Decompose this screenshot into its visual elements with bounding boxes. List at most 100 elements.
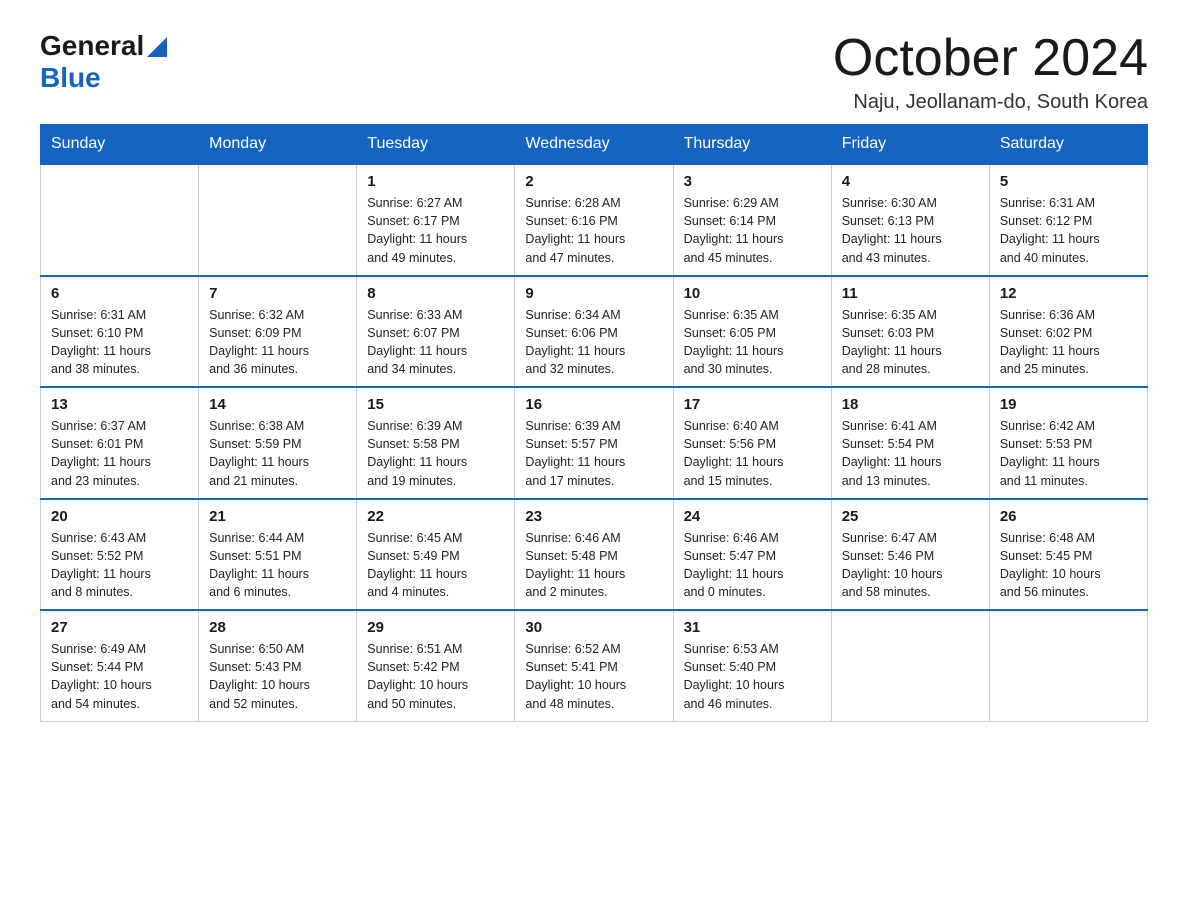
calendar-cell: 11Sunrise: 6:35 AM Sunset: 6:03 PM Dayli… — [831, 276, 989, 388]
header-tuesday: Tuesday — [357, 125, 515, 165]
calendar-cell: 10 Sunrise: 6:35 AM Sunset: 6:05 PM Dayli… — [673, 276, 831, 388]
day-number: 4 — [842, 173, 979, 190]
day-number: 27 — [51, 619, 188, 636]
day-number: 25 — [842, 508, 979, 525]
calendar-cell: 20 Sunrise: 6:43 AM Sunset: 5:52 PM Dayli… — [41, 499, 199, 611]
day-info: Sunrise: 6:49 AM Sunset: 5:44 PM Dayligh… — [51, 640, 188, 713]
day-number: 20 — [51, 508, 188, 525]
day-number: 2 — [525, 173, 662, 190]
day-info: Sunrise: 6:44 AM Sunset: 5:51 PM Dayligh… — [209, 529, 346, 602]
day-number: 28 — [209, 619, 346, 636]
logo-blue: Blue — [40, 62, 167, 94]
day-number: 21 — [209, 508, 346, 525]
calendar-cell: 24 Sunrise: 6:46 AM Sunset: 5:47 PM Dayli… — [673, 499, 831, 611]
day-info: Sunrise: 6:50 AM Sunset: 5:43 PM Dayligh… — [209, 640, 346, 713]
calendar-cell — [989, 610, 1147, 721]
calendar-cell: 26Sunrise: 6:48 AM Sunset: 5:45 PM Dayli… — [989, 499, 1147, 611]
day-info: Sunrise: 6:31 AM Sunset: 6:12 PM Dayligh… — [1000, 194, 1137, 267]
day-info: Sunrise: 6:31 AM Sunset: 6:10 PM Dayligh… — [51, 306, 188, 379]
location: Naju, Jeollanam-do, South Korea — [833, 91, 1148, 114]
day-info: Sunrise: 6:45 AM Sunset: 5:49 PM Dayligh… — [367, 529, 504, 602]
day-number: 31 — [684, 619, 821, 636]
day-number: 6 — [51, 285, 188, 302]
day-number: 12 — [1000, 285, 1137, 302]
day-info: Sunrise: 6:52 AM Sunset: 5:41 PM Dayligh… — [525, 640, 662, 713]
day-info: Sunrise: 6:38 AM Sunset: 5:59 PM Dayligh… — [209, 417, 346, 490]
calendar-cell: 7Sunrise: 6:32 AM Sunset: 6:09 PM Daylig… — [199, 276, 357, 388]
day-info: Sunrise: 6:51 AM Sunset: 5:42 PM Dayligh… — [367, 640, 504, 713]
day-number: 8 — [367, 285, 504, 302]
page-header: General Blue October 2024 Naju, Jeollana… — [40, 30, 1148, 114]
calendar-cell: 4 Sunrise: 6:30 AM Sunset: 6:13 PM Daylig… — [831, 164, 989, 276]
day-info: Sunrise: 6:39 AM Sunset: 5:58 PM Dayligh… — [367, 417, 504, 490]
day-number: 5 — [1000, 173, 1137, 190]
day-number: 9 — [525, 285, 662, 302]
calendar-cell — [831, 610, 989, 721]
day-info: Sunrise: 6:37 AM Sunset: 6:01 PM Dayligh… — [51, 417, 188, 490]
calendar-cell: 31 Sunrise: 6:53 AM Sunset: 5:40 PM Dayli… — [673, 610, 831, 721]
day-number: 29 — [367, 619, 504, 636]
day-number: 24 — [684, 508, 821, 525]
day-info: Sunrise: 6:36 AM Sunset: 6:02 PM Dayligh… — [1000, 306, 1137, 379]
month-title: October 2024 — [833, 30, 1148, 87]
calendar-cell: 19Sunrise: 6:42 AM Sunset: 5:53 PM Dayli… — [989, 387, 1147, 499]
header-thursday: Thursday — [673, 125, 831, 165]
week-row-5: 27 Sunrise: 6:49 AM Sunset: 5:44 PM Dayli… — [41, 610, 1148, 721]
calendar-cell: 2 Sunrise: 6:28 AM Sunset: 6:16 PM Daylig… — [515, 164, 673, 276]
calendar-cell: 28 Sunrise: 6:50 AM Sunset: 5:43 PM Dayli… — [199, 610, 357, 721]
day-info: Sunrise: 6:53 AM Sunset: 5:40 PM Dayligh… — [684, 640, 821, 713]
calendar-body: 1 Sunrise: 6:27 AM Sunset: 6:17 PM Daylig… — [41, 164, 1148, 721]
day-number: 30 — [525, 619, 662, 636]
calendar-cell: 17Sunrise: 6:40 AM Sunset: 5:56 PM Dayli… — [673, 387, 831, 499]
day-number: 13 — [51, 396, 188, 413]
calendar-cell: 21 Sunrise: 6:44 AM Sunset: 5:51 PM Dayli… — [199, 499, 357, 611]
calendar-cell: 8Sunrise: 6:33 AM Sunset: 6:07 PM Daylig… — [357, 276, 515, 388]
day-number: 16 — [525, 396, 662, 413]
calendar-cell: 14 Sunrise: 6:38 AM Sunset: 5:59 PM Dayli… — [199, 387, 357, 499]
calendar-cell: 15Sunrise: 6:39 AM Sunset: 5:58 PM Dayli… — [357, 387, 515, 499]
title-section: October 2024 Naju, Jeollanam-do, South K… — [833, 30, 1148, 114]
week-row-1: 1 Sunrise: 6:27 AM Sunset: 6:17 PM Daylig… — [41, 164, 1148, 276]
day-info: Sunrise: 6:29 AM Sunset: 6:14 PM Dayligh… — [684, 194, 821, 267]
day-info: Sunrise: 6:46 AM Sunset: 5:47 PM Dayligh… — [684, 529, 821, 602]
calendar-table: SundayMondayTuesdayWednesdayThursdayFrid… — [40, 124, 1148, 722]
calendar-cell — [199, 164, 357, 276]
calendar-cell: 13 Sunrise: 6:37 AM Sunset: 6:01 PM Dayli… — [41, 387, 199, 499]
header-sunday: Sunday — [41, 125, 199, 165]
day-info: Sunrise: 6:40 AM Sunset: 5:56 PM Dayligh… — [684, 417, 821, 490]
calendar-cell: 27 Sunrise: 6:49 AM Sunset: 5:44 PM Dayli… — [41, 610, 199, 721]
day-info: Sunrise: 6:30 AM Sunset: 6:13 PM Dayligh… — [842, 194, 979, 267]
calendar-cell: 6 Sunrise: 6:31 AM Sunset: 6:10 PM Daylig… — [41, 276, 199, 388]
calendar-header: SundayMondayTuesdayWednesdayThursdayFrid… — [41, 125, 1148, 165]
day-info: Sunrise: 6:47 AM Sunset: 5:46 PM Dayligh… — [842, 529, 979, 602]
calendar-cell: 23Sunrise: 6:46 AM Sunset: 5:48 PM Dayli… — [515, 499, 673, 611]
calendar-cell: 29 Sunrise: 6:51 AM Sunset: 5:42 PM Dayli… — [357, 610, 515, 721]
day-number: 19 — [1000, 396, 1137, 413]
day-info: Sunrise: 6:43 AM Sunset: 5:52 PM Dayligh… — [51, 529, 188, 602]
day-number: 10 — [684, 285, 821, 302]
header-friday: Friday — [831, 125, 989, 165]
calendar-cell: 9Sunrise: 6:34 AM Sunset: 6:06 PM Daylig… — [515, 276, 673, 388]
day-info: Sunrise: 6:35 AM Sunset: 6:05 PM Dayligh… — [684, 306, 821, 379]
calendar-cell: 25 Sunrise: 6:47 AM Sunset: 5:46 PM Dayli… — [831, 499, 989, 611]
calendar-cell: 5 Sunrise: 6:31 AM Sunset: 6:12 PM Daylig… — [989, 164, 1147, 276]
logo: General Blue — [40, 30, 167, 94]
day-info: Sunrise: 6:48 AM Sunset: 5:45 PM Dayligh… — [1000, 529, 1137, 602]
day-number: 18 — [842, 396, 979, 413]
week-row-4: 20 Sunrise: 6:43 AM Sunset: 5:52 PM Dayli… — [41, 499, 1148, 611]
week-row-2: 6 Sunrise: 6:31 AM Sunset: 6:10 PM Daylig… — [41, 276, 1148, 388]
day-info: Sunrise: 6:28 AM Sunset: 6:16 PM Dayligh… — [525, 194, 662, 267]
day-number: 23 — [525, 508, 662, 525]
day-number: 22 — [367, 508, 504, 525]
day-info: Sunrise: 6:32 AM Sunset: 6:09 PM Dayligh… — [209, 306, 346, 379]
calendar-cell: 3Sunrise: 6:29 AM Sunset: 6:14 PM Daylig… — [673, 164, 831, 276]
day-number: 14 — [209, 396, 346, 413]
day-info: Sunrise: 6:39 AM Sunset: 5:57 PM Dayligh… — [525, 417, 662, 490]
day-info: Sunrise: 6:27 AM Sunset: 6:17 PM Dayligh… — [367, 194, 504, 267]
calendar-cell: 16 Sunrise: 6:39 AM Sunset: 5:57 PM Dayli… — [515, 387, 673, 499]
calendar-cell — [41, 164, 199, 276]
day-info: Sunrise: 6:41 AM Sunset: 5:54 PM Dayligh… — [842, 417, 979, 490]
day-number: 11 — [842, 285, 979, 302]
day-number: 1 — [367, 173, 504, 190]
week-row-3: 13 Sunrise: 6:37 AM Sunset: 6:01 PM Dayli… — [41, 387, 1148, 499]
